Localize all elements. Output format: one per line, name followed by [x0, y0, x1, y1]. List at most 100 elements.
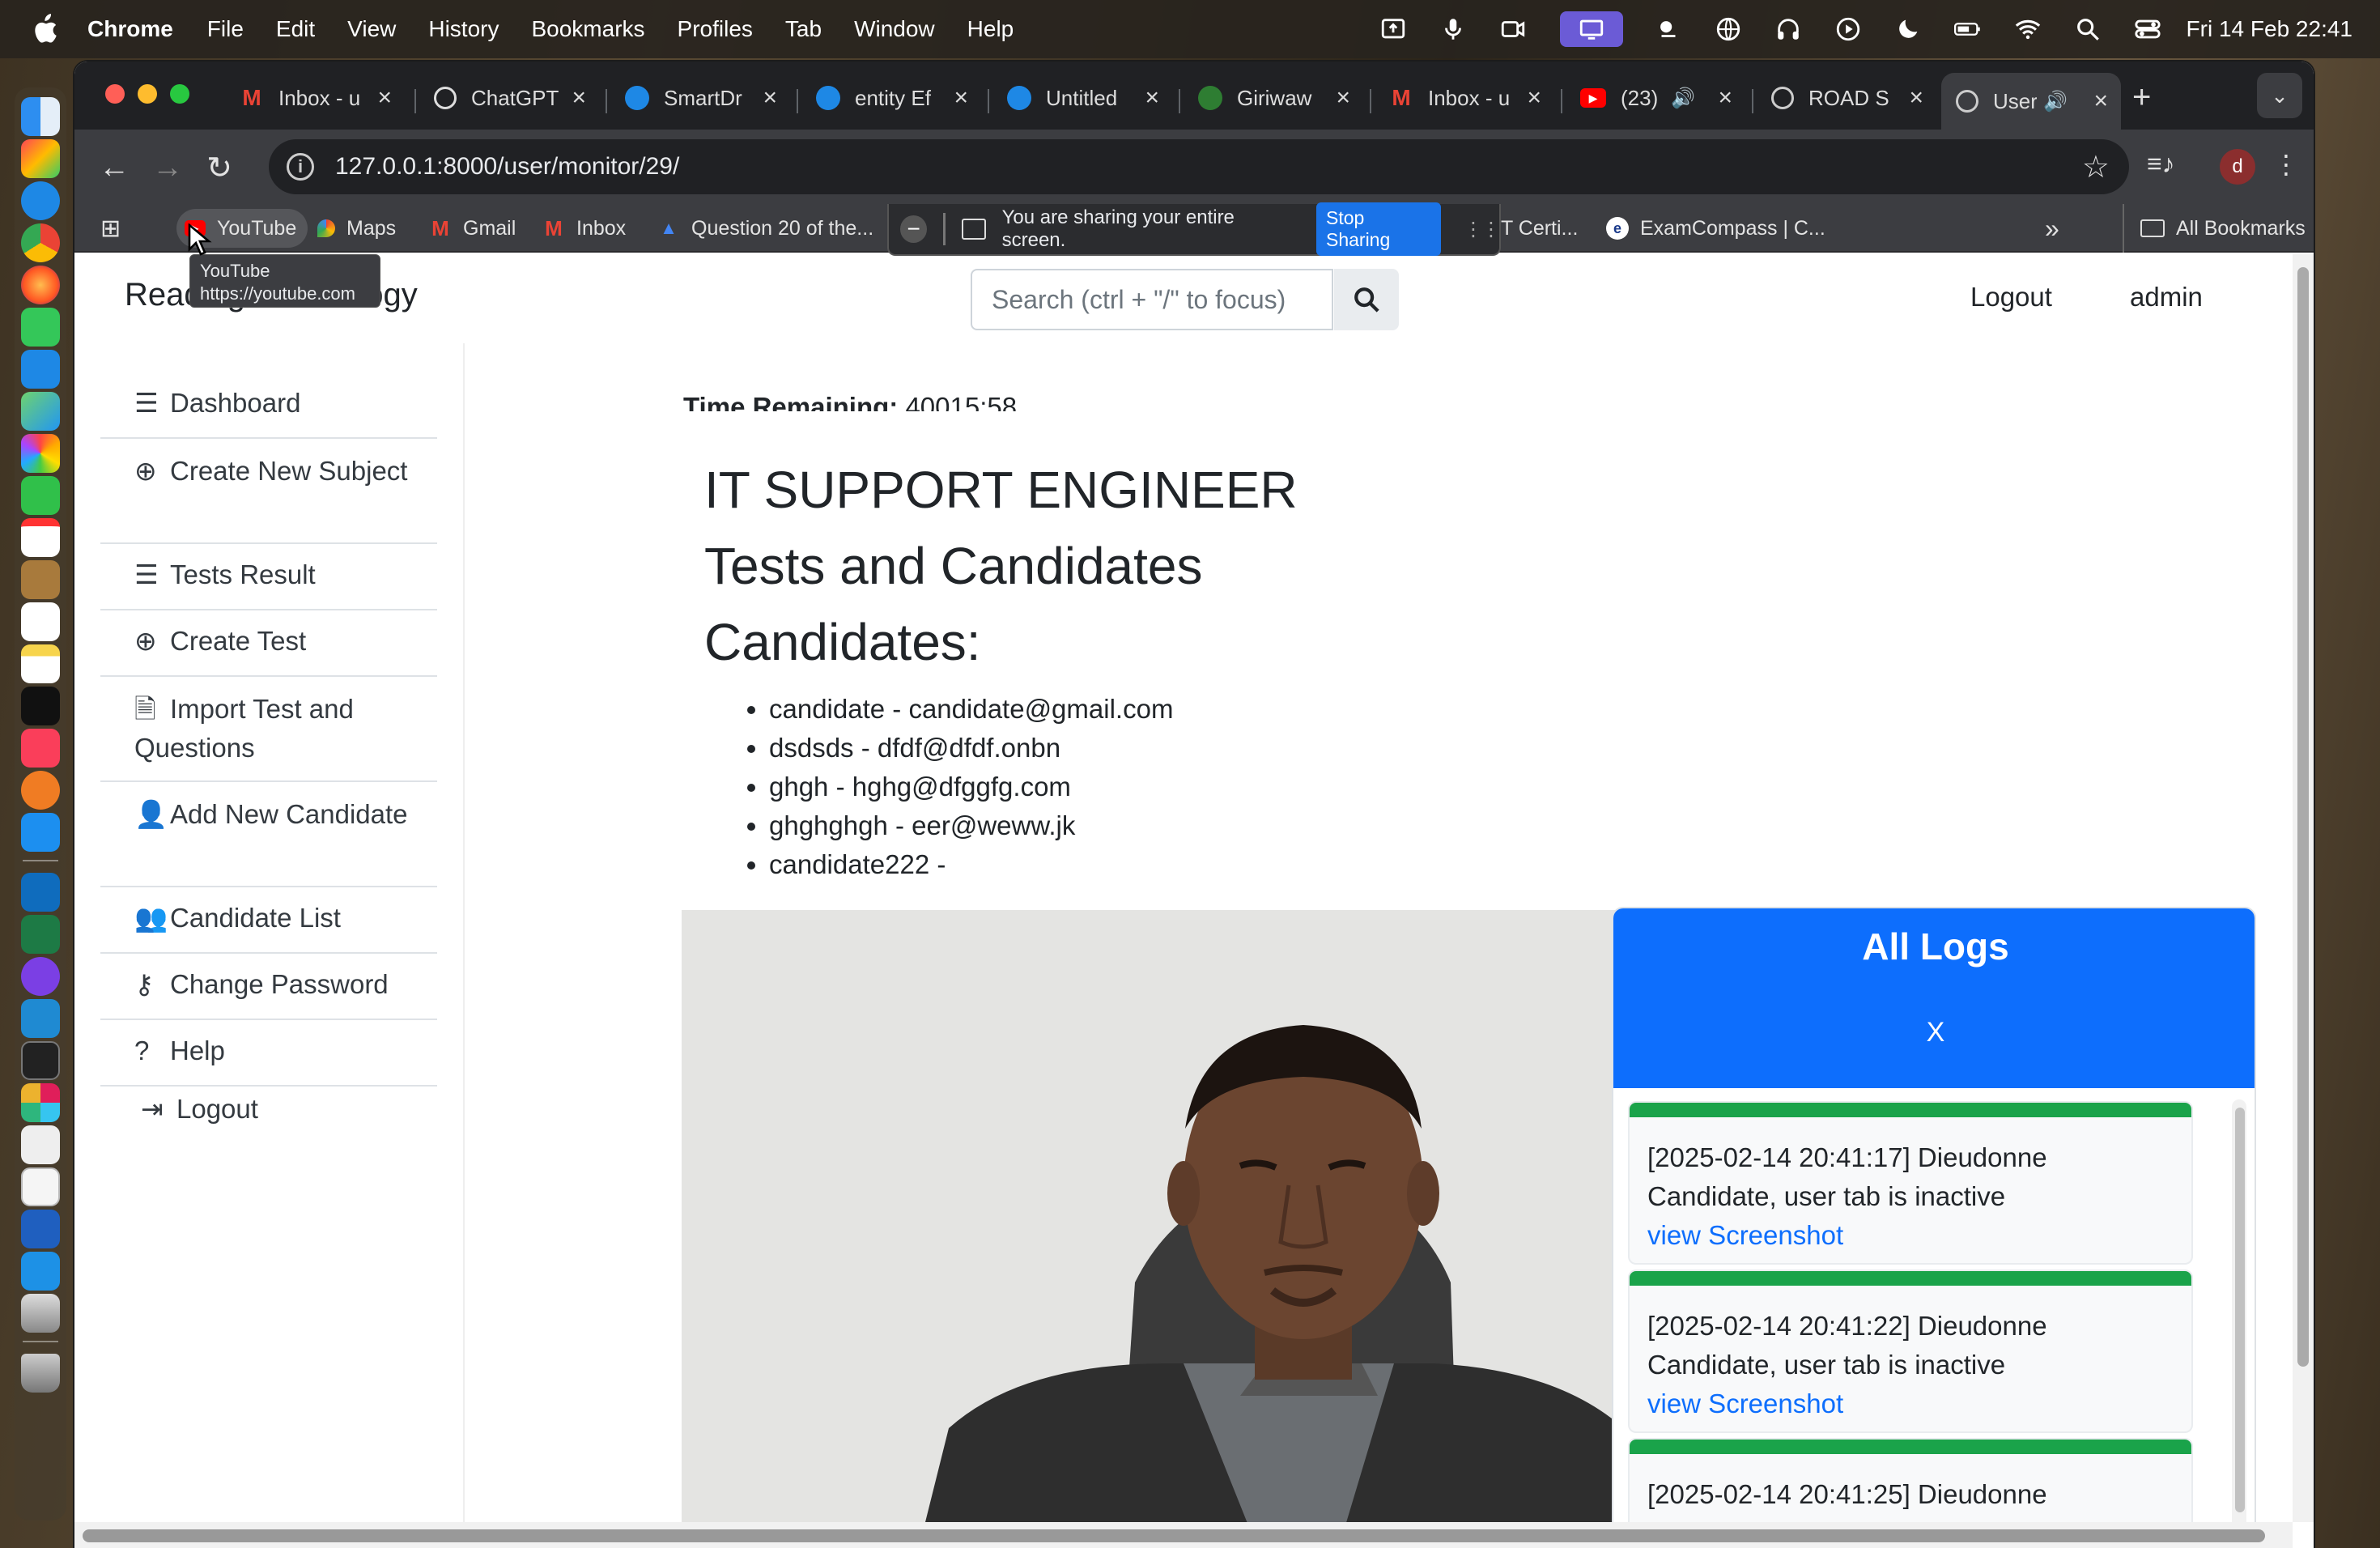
chrome-icon[interactable] — [21, 223, 60, 262]
screen-capture-icon[interactable] — [1379, 15, 1408, 44]
facetime-icon[interactable] — [21, 476, 60, 515]
close-tab-icon[interactable]: × — [1718, 84, 1732, 112]
menu-view[interactable]: View — [347, 16, 396, 42]
sidebar-item-create-test[interactable]: ⊕ Create Test — [100, 610, 437, 677]
sidebar-item-tests-result[interactable]: ☰ Tests Result — [100, 544, 437, 610]
speaker-icon[interactable]: 🔊 — [2043, 90, 2068, 113]
tab-entity[interactable]: entity Ef × — [801, 73, 981, 123]
view-screenshot-link[interactable]: view Screenshot — [1647, 1389, 1843, 1418]
globe-icon[interactable] — [1714, 15, 1743, 44]
bookmark-question-20[interactable]: ▲ Question 20 of the... — [657, 204, 873, 253]
search-button[interactable] — [1334, 269, 1399, 330]
notes-icon[interactable] — [21, 644, 60, 683]
maximize-window-button[interactable] — [170, 84, 189, 104]
close-tab-icon[interactable]: × — [1336, 84, 1350, 112]
sidebar-item-dashboard[interactable]: ☰ Dashboard — [100, 372, 437, 439]
menu-edit[interactable]: Edit — [276, 16, 315, 42]
apple-icon[interactable] — [31, 14, 58, 45]
music-icon[interactable] — [21, 729, 60, 768]
notes-brown-icon[interactable] — [21, 560, 60, 599]
tab-inbox-2[interactable]: M Inbox - u × — [1375, 73, 1554, 123]
calendar-icon[interactable] — [21, 518, 60, 557]
menu-bar-clock[interactable]: Fri 14 Feb 22:41 — [2187, 16, 2352, 42]
new-tab-button[interactable]: + — [2132, 79, 2151, 116]
bookmark-star-icon[interactable]: ☆ — [2082, 149, 2110, 185]
menu-window[interactable]: Window — [854, 16, 935, 42]
close-tab-icon[interactable]: × — [1145, 84, 1159, 112]
bookmark-maps[interactable]: Maps — [317, 204, 396, 253]
tab-inbox-1[interactable]: M Inbox - u × — [225, 73, 405, 123]
search-input[interactable]: Search (ctrl + "/" to focus) — [971, 269, 1333, 330]
sidebar-item-import-test[interactable]: 🗎 Import Test and Questions — [100, 677, 437, 782]
menu-file[interactable]: File — [207, 16, 244, 42]
page-horizontal-scrollbar[interactable] — [74, 1522, 2293, 1548]
word-icon[interactable] — [21, 1210, 60, 1248]
tab-road[interactable]: ROAD S × — [1757, 73, 1936, 123]
spotlight-search-icon[interactable] — [2073, 15, 2102, 44]
chrome-menu-icon[interactable]: ⋮ — [2273, 149, 2299, 180]
tab-giriwaw[interactable]: Giriwaw × — [1184, 73, 1363, 123]
site-info-icon[interactable]: i — [287, 153, 314, 181]
apps-grid-icon[interactable]: ⊞ — [100, 204, 121, 253]
close-tab-icon[interactable]: × — [1909, 84, 1923, 112]
outlook-icon[interactable] — [21, 873, 60, 912]
database-icon[interactable] — [21, 1294, 60, 1333]
menu-bookmarks[interactable]: Bookmarks — [531, 16, 644, 42]
tab-chatgpt[interactable]: ChatGPT × — [419, 73, 599, 123]
menu-help[interactable]: Help — [967, 16, 1014, 42]
close-tab-icon[interactable]: × — [954, 84, 968, 112]
menu-history[interactable]: History — [428, 16, 499, 42]
menu-profiles[interactable]: Profiles — [678, 16, 753, 42]
profile-avatar[interactable]: d — [2220, 149, 2255, 185]
close-tab-icon[interactable]: × — [2093, 87, 2108, 115]
minimize-sharing-bar-icon[interactable]: − — [900, 215, 928, 243]
docker-icon[interactable] — [21, 1252, 60, 1291]
apple-tv-icon[interactable] — [21, 687, 60, 725]
firefox-icon[interactable] — [21, 266, 60, 304]
address-url[interactable]: 127.0.0.1:8000/user/monitor/29/ — [335, 153, 679, 181]
scrollbar-thumb[interactable] — [2297, 267, 2309, 1367]
control-center-icon[interactable] — [2133, 15, 2162, 44]
app-menu-chrome[interactable]: Chrome — [87, 16, 173, 42]
headphones-icon[interactable] — [1774, 15, 1803, 44]
maps-icon[interactable] — [21, 392, 60, 431]
bookmark-inbox[interactable]: M Inbox — [542, 204, 626, 253]
bookmark-t-certi[interactable]: T Certi... — [1501, 204, 1578, 253]
terminal-icon[interactable] — [21, 1041, 60, 1080]
photos-icon[interactable] — [21, 434, 60, 473]
camera-icon[interactable] — [1498, 15, 1528, 44]
tab-youtube[interactable]: ▶ (23) 🔊 × — [1566, 73, 1745, 123]
launchpad-icon[interactable] — [21, 139, 60, 178]
close-tab-icon[interactable]: × — [377, 84, 392, 112]
sidebar-item-logout[interactable]: ⇥ Logout — [100, 1087, 437, 1143]
moon-icon[interactable] — [1893, 15, 1923, 44]
podcasts-icon[interactable] — [21, 771, 60, 810]
logs-list[interactable]: [2025-02-14 20:41:17] Dieudonne Candidat… — [1613, 1088, 2255, 1522]
tab-smartdr[interactable]: SmartDr × — [610, 73, 790, 123]
speaker-icon[interactable]: 🔊 — [1671, 87, 1695, 110]
close-window-button[interactable] — [105, 84, 125, 104]
logs-close-button[interactable]: X — [1613, 1017, 2255, 1048]
app-store-icon[interactable] — [21, 813, 60, 852]
safari-icon[interactable] — [21, 181, 60, 220]
close-tab-icon[interactable]: × — [763, 84, 777, 112]
tab-search-button[interactable]: ⌄ — [2257, 73, 2302, 118]
tab-untitled[interactable]: Untitled × — [992, 73, 1172, 123]
battery-icon[interactable] — [1953, 15, 1983, 44]
tab-user-active[interactable]: User 🔊 × — [1941, 73, 2121, 130]
play-circle-icon[interactable] — [1834, 15, 1863, 44]
menu-tab[interactable]: Tab — [785, 16, 822, 42]
microphone-icon[interactable] — [1439, 15, 1468, 44]
back-button[interactable]: ← — [94, 147, 134, 188]
minimize-window-button[interactable] — [138, 84, 157, 104]
all-bookmarks-button[interactable]: All Bookmarks — [2123, 204, 2306, 253]
close-tab-icon[interactable]: × — [1527, 84, 1541, 112]
pen-app-icon[interactable] — [21, 1125, 60, 1164]
media-controls-icon[interactable]: ≡♪ — [2147, 149, 2175, 179]
textedit-icon[interactable] — [21, 1167, 60, 1206]
wifi-icon[interactable] — [2013, 15, 2042, 44]
sidebar-item-change-password[interactable]: ⚷ Change Password — [100, 954, 437, 1020]
messages-icon[interactable] — [21, 308, 60, 347]
page-vertical-scrollbar[interactable] — [2293, 254, 2314, 1522]
sidebar-item-add-candidate[interactable]: 👤Add New Candidate — [100, 782, 437, 887]
